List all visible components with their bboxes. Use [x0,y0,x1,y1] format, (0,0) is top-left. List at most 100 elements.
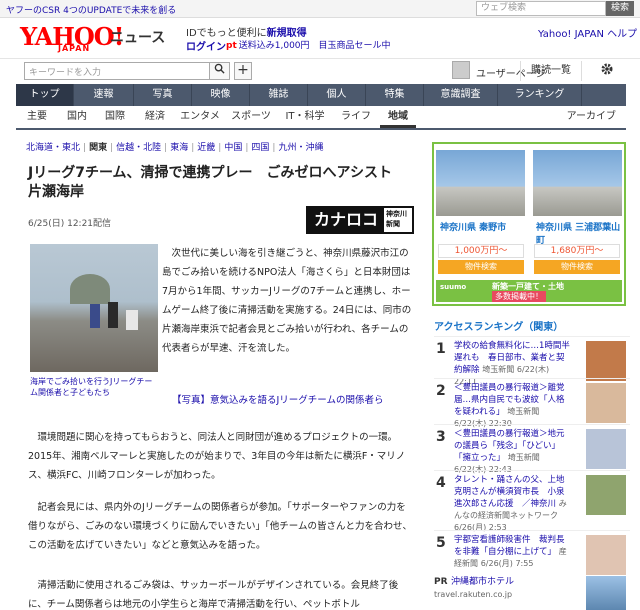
global-nav: トップ 速報 写真 映像 雑誌 個人 特集 意識調査 ランキング [16,84,626,106]
header-right-links[interactable]: Yahoo! JAPAN ヘルプ [538,25,637,40]
ad-location[interactable]: 神奈川県 三浦郡葉山町 [536,220,626,246]
category-tab[interactable]: スポーツ [224,106,278,128]
ad-image[interactable] [436,150,525,216]
category-nav: 主要 国内 国際 経済 エンタメ スポーツ IT・科学 ライフ 地域 アーカイブ [16,106,626,130]
category-tab[interactable]: 主要 [16,106,58,128]
region-link[interactable]: 九州・沖縄 [278,143,323,153]
ranking-number: 5 [436,535,446,551]
ranking-item[interactable]: 5 宇都宮看護師殺害件 裁判長を非難「自分棚に上げて」 産経新聞 6/26(月) … [434,530,630,580]
ranking-headline[interactable]: 宇都宮看護師殺害件 裁判長を非難「自分棚に上げて」 産経新聞 6/26(月) 7… [454,534,572,570]
region-link[interactable]: 中国 [224,143,242,153]
suumo-line2: 多数掲載中！ [492,291,546,302]
ad-price: 1,680万円～ [534,244,620,258]
keyword-search-input[interactable]: キーワードを入力 [24,62,210,80]
subscriptions-button[interactable]: 購読一覧 [520,61,582,81]
ranking-source: 埼玉新聞 [507,407,540,416]
ranking-headline[interactable]: ＜豊田議員の暴行報道＞地元の議員ら「残念」「ひどい」「擁立った」 埼玉新聞 6/… [454,428,572,476]
region-separator: | [218,143,222,153]
nav-tab[interactable]: 速報 [74,84,134,106]
region-separator: | [83,143,87,153]
source-logo[interactable]: カナロコ 神奈川 新聞 [306,206,414,234]
article-paragraph: 環境問題に関心を持ってもらおうと、同法人と同財団が進めるプロジェクトの一環。20… [28,432,406,481]
ranking-item[interactable]: 3 ＜豊田議員の暴行報道＞地元の議員ら「残念」「ひどい」「擁立った」 埼玉新聞 6… [434,424,630,474]
photo-gallery-link[interactable]: 【写真】意気込みを語るJリーグチームの関係者ら [172,392,384,406]
pr-url[interactable]: travel.rakuten.co.jp [434,590,512,599]
nav-tab[interactable]: 雑誌 [250,84,308,106]
ranking-number: 2 [436,383,446,399]
ranking-source: 埼玉新聞 [482,365,515,374]
nav-tab[interactable]: 個人 [308,84,366,106]
ad-image[interactable] [533,150,622,216]
news-service-label[interactable]: ニュース [110,27,165,47]
nav-tab[interactable]: トップ [16,84,74,106]
avatar[interactable] [452,61,470,79]
ad-price: 1,000万円～ [438,244,524,258]
gear-icon[interactable] [600,62,614,80]
csr-link[interactable]: ヤフーのCSR 4つのUPDATEで未来を創る [6,3,176,16]
ranking-thumbnail[interactable] [586,475,626,515]
category-tab[interactable]: IT・科学 [278,106,332,128]
pr-label: PR [434,577,448,587]
search-icon[interactable] [210,62,230,80]
login-link[interactable]: ログイン [186,38,226,53]
article-title: Jリーグ7チーム、清掃で連携プレー ごみゼロへアシスト 片瀬海岸 [28,165,406,200]
region-link[interactable]: 関東 [89,143,107,153]
region-link[interactable]: 信越・北陸 [116,143,161,153]
source-logo-sub: 神奈川 新聞 [386,210,407,228]
ranking-item[interactable]: 4 タレント・踊さんの父、上地克明さんが横須賀市長 小泉進次郎さん応援 ／神奈川 … [434,470,630,532]
ranking-time: 6/26(月) 7:55 [480,559,534,568]
site-header: YAHOO! JAPAN ニュース IDでもっと便利に新規取得 ログイン pt 送… [0,18,640,58]
article-photo[interactable] [30,244,158,372]
photo-caption[interactable]: 海岸でごみ拾いを行うJリーグチーム関係者と子どもたち [30,376,158,398]
category-tab[interactable]: 地域 [380,106,416,128]
ranking-source: 埼玉新聞 [507,453,540,462]
ranking-number: 1 [436,341,446,357]
pr-thumbnail[interactable] [586,576,626,610]
property-search-button[interactable]: 物件検索 [534,260,620,274]
pr-name[interactable]: 沖縄都市ホテル [451,577,514,587]
property-search-button[interactable]: 物件検索 [438,260,524,274]
region-link[interactable]: 近畿 [197,143,215,153]
region-separator: | [191,143,195,153]
region-link[interactable]: 東海 [170,143,188,153]
nav-tab[interactable]: 映像 [192,84,250,106]
search-row: キーワードを入力 + ユーザーページ 購読一覧 [0,58,640,84]
real-estate-ad[interactable]: 神奈川県 秦野市 神奈川県 三浦郡葉山町 1,000万円～ 1,680万円～ 物… [432,142,626,306]
region-link[interactable]: 北海道・東北 [26,143,80,153]
category-tab[interactable]: 国内 [58,106,96,128]
ranking-headline[interactable]: タレント・踊さんの父、上地克明さんが横須賀市長 小泉進次郎さん応援 ／神奈川 み… [454,474,572,534]
region-link[interactable]: 四国 [251,143,269,153]
nav-tab[interactable]: 特集 [366,84,424,106]
ranking-thumbnail[interactable] [586,341,626,381]
archive-link[interactable]: アーカイブ [567,106,616,128]
top-utility-bar: ヤフーのCSR 4つのUPDATEで未来を創る ウェブ検索 検索 [0,0,640,18]
ranking-thumbnail[interactable] [586,535,626,575]
category-tab[interactable]: 経済 [134,106,176,128]
article-paragraph: 記者会見には、県内外のJリーグチームの関係者らが参加。「サポーターやファンの力を… [28,502,412,551]
article-paragraph: 清掃活動に使用されるごみ袋は、サッカーボールがデザインされている。会見終了後に、… [28,580,399,610]
yahoo-logo-sub: JAPAN [58,44,91,53]
web-search-input[interactable]: ウェブ検索 [476,1,606,16]
suumo-banner[interactable]: suumo 新築一戸建て・土地 多数掲載中！ [436,280,622,302]
ad-location[interactable]: 神奈川県 秦野市 [440,220,506,233]
shopping-promo-link[interactable]: pt 送料込み1,000円 目玉商品セール中 [226,38,391,51]
region-links: 北海道・東北 | 関東 | 信越・北陸 | 東海 | 近畿 | 中国 | 四国 | 九州・沖縄 [26,140,326,153]
add-button[interactable]: + [234,62,252,80]
shopping-promo-text: 送料込み1,000円 目玉商品セール中 [238,41,391,51]
category-tab[interactable]: エンタメ [176,106,224,128]
nav-tab[interactable]: ランキング [498,84,582,106]
region-separator: | [164,143,168,153]
web-search-button[interactable]: 検索 [606,1,634,16]
nav-tab[interactable]: 写真 [134,84,192,106]
ranking-title: アクセスランキング（関東） [434,322,564,333]
nav-tab[interactable]: 意識調査 [424,84,498,106]
ranking-headline[interactable]: ＜豊田議員の暴行報道＞離党届…県内自民でも波紋「人格を疑われる」 埼玉新聞 6/… [454,382,572,430]
suumo-logo: suumo [440,283,467,291]
category-tab[interactable]: 国際 [96,106,134,128]
ranking-item[interactable]: 2 ＜豊田議員の暴行報道＞離党届…県内自民でも波紋「人格を疑われる」 埼玉新聞 6… [434,378,630,428]
ranking-thumbnail[interactable] [586,383,626,423]
ranking-number: 4 [436,475,446,491]
category-tab[interactable]: ライフ [332,106,380,128]
source-logo-text: カナロコ [308,208,384,232]
ranking-thumbnail[interactable] [586,429,626,469]
